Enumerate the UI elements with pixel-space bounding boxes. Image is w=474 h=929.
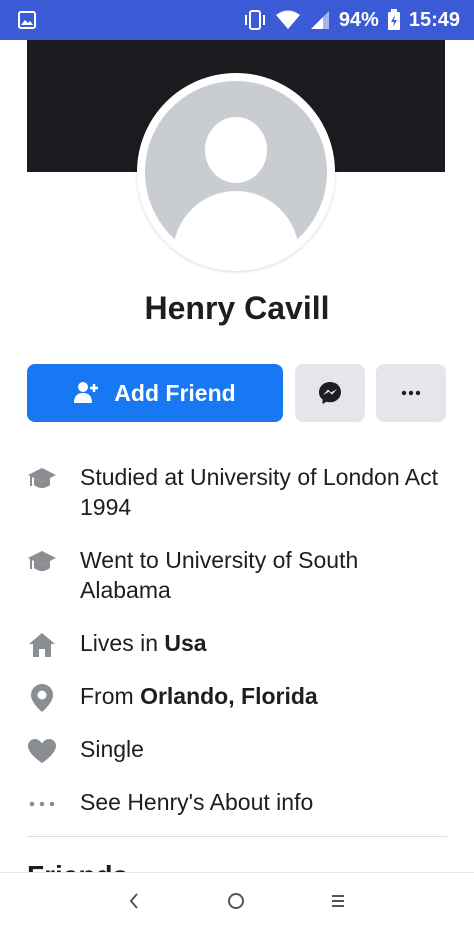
status-time: 15:49: [408, 8, 460, 31]
status-right: 94% 15:49: [243, 8, 460, 32]
info-text: See Henry's About info: [80, 789, 314, 815]
signal-icon: [310, 11, 329, 29]
info-text: From: [80, 683, 141, 709]
info-education-1[interactable]: Studied at University of London Act 1994: [27, 462, 447, 524]
nav-recents-button[interactable]: [326, 889, 350, 913]
location-pin-icon: [27, 683, 57, 713]
battery-charging-icon: [387, 9, 400, 30]
battery-percent: 94%: [338, 8, 379, 31]
recents-icon: [332, 895, 344, 907]
add-friend-button[interactable]: Add Friend: [27, 364, 283, 422]
info-text: Single: [80, 736, 144, 762]
nav-back-button[interactable]: [122, 889, 146, 913]
profile-name: Henry Cavill: [144, 290, 330, 326]
heart-icon: [27, 736, 57, 766]
messenger-button[interactable]: [295, 364, 365, 422]
info-see-about[interactable]: See Henry's About info: [27, 787, 447, 819]
info-text-bold: Usa: [164, 630, 207, 656]
info-education-2[interactable]: Went to University of South Alabama: [27, 545, 447, 607]
home-icon: [27, 630, 57, 660]
graduation-cap-icon: [27, 547, 57, 577]
wifi-icon: [275, 10, 300, 29]
profile-avatar[interactable]: [137, 73, 335, 271]
back-icon: [129, 893, 138, 909]
graduation-cap-icon: [27, 464, 57, 494]
home-circle-icon: [228, 893, 244, 909]
system-nav-bar: [0, 872, 474, 929]
default-avatar-icon: [145, 81, 327, 263]
section-divider: [27, 836, 447, 837]
messenger-icon: [319, 382, 341, 404]
more-dots-icon: [27, 789, 57, 819]
info-lives-in[interactable]: Lives in Usa: [27, 628, 447, 660]
nav-home-button[interactable]: [224, 889, 248, 913]
info-relationship[interactable]: Single: [27, 734, 447, 766]
status-bar: 94% 15:49: [0, 0, 474, 40]
info-text: Lives in: [80, 630, 165, 656]
add-person-icon: [74, 382, 99, 403]
add-friend-label: Add Friend: [114, 379, 236, 406]
vibrate-icon: [244, 10, 265, 30]
info-text: Went to University of South Alabama: [80, 547, 359, 603]
more-button[interactable]: [376, 364, 446, 422]
gallery-icon: [18, 11, 36, 29]
info-text: Studied at University of London Act 1994: [80, 464, 438, 520]
info-text-bold: Orlando, Florida: [140, 683, 318, 709]
more-icon: [401, 390, 421, 396]
info-from[interactable]: From Orlando, Florida: [27, 681, 447, 713]
